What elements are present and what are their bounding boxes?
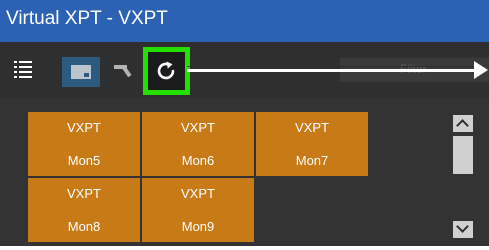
panel-bottom-border <box>0 246 489 250</box>
pointer-arrow-shaft <box>187 66 477 72</box>
tile-label-monitor: Mon6 <box>181 153 215 168</box>
scrollbar-thumb[interactable] <box>453 136 473 174</box>
refresh-button[interactable] <box>143 47 190 95</box>
list-icon[interactable] <box>14 61 32 79</box>
tile-label-device: VXPT <box>67 186 101 201</box>
tile-mon6[interactable]: VXPT Mon6 <box>142 112 254 176</box>
arrow-icon[interactable] <box>114 63 134 81</box>
pointer-arrow-head <box>474 61 488 79</box>
tile-label-device: VXPT <box>181 186 215 201</box>
tile-label-device: VXPT <box>67 120 101 135</box>
tile-label-device: VXPT <box>295 120 329 135</box>
tile-label-device: VXPT <box>181 120 215 135</box>
tile-label-monitor: Mon5 <box>67 153 101 168</box>
tile-mon9[interactable]: VXPT Mon9 <box>142 178 254 242</box>
scroll-down-button[interactable] <box>453 220 473 238</box>
tile-label-monitor: Mon7 <box>295 153 329 168</box>
scroll-up-button[interactable] <box>453 115 473 132</box>
chevron-down-icon <box>456 220 469 233</box>
tile-mon7[interactable]: VXPT Mon7 <box>256 112 368 176</box>
tile-label-monitor: Mon9 <box>181 219 215 234</box>
refresh-icon <box>157 61 175 80</box>
tile-label-monitor: Mon8 <box>67 219 101 234</box>
tile-mon8[interactable]: VXPT Mon8 <box>28 178 140 242</box>
tile-mon5[interactable]: VXPT Mon5 <box>28 112 140 176</box>
vxpt-panel: Virtual XPT - VXPT Filter <box>0 0 489 250</box>
panel-title: Virtual XPT - VXPT <box>6 8 168 29</box>
chevron-up-icon <box>456 119 469 132</box>
monitor-view-button[interactable] <box>62 57 100 87</box>
monitor-icon <box>71 65 91 79</box>
title-bar: Virtual XPT - VXPT <box>0 0 489 42</box>
